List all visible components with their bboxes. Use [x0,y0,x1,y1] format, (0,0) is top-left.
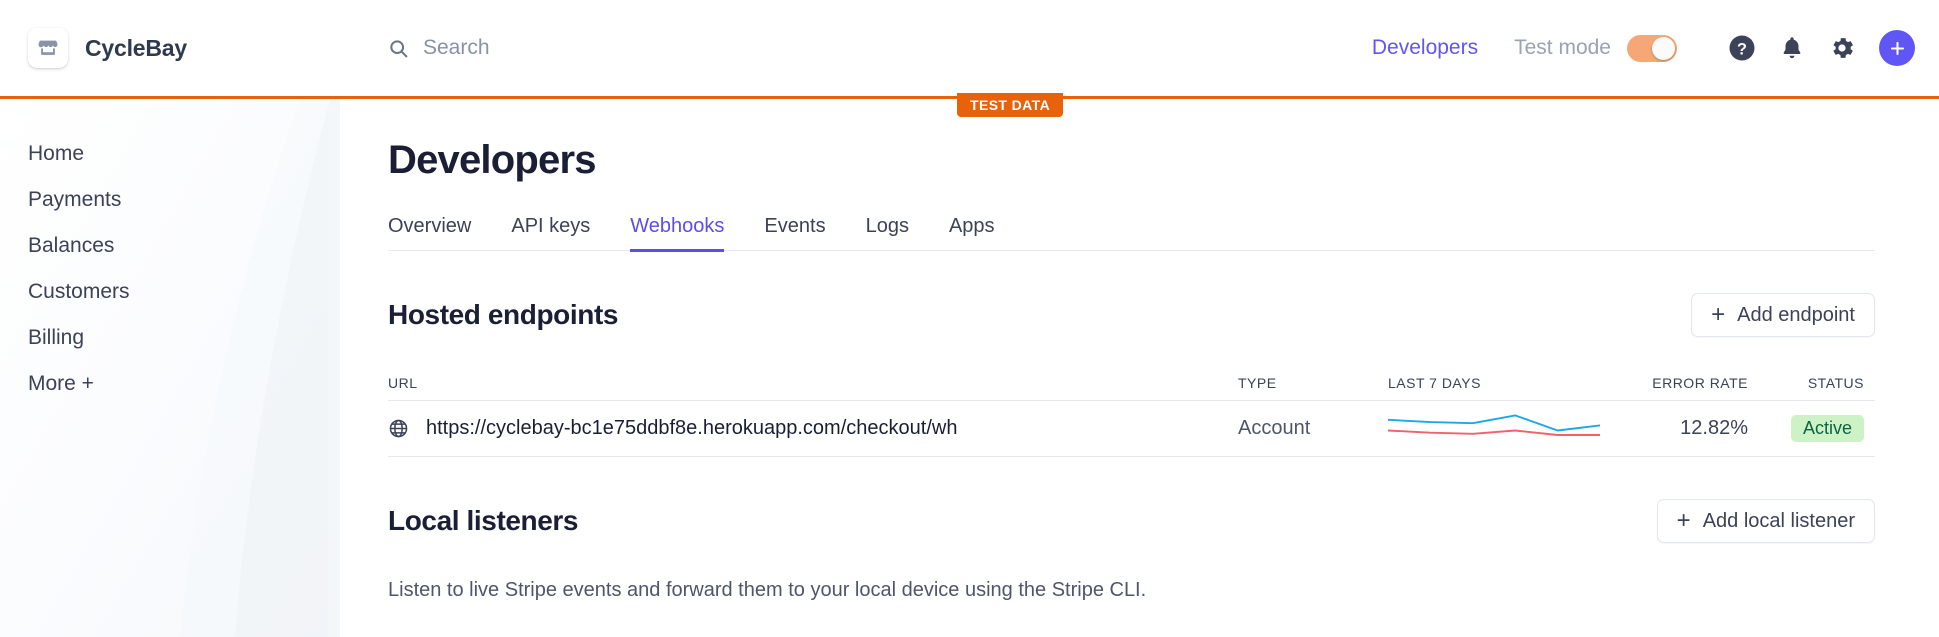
add-endpoint-label: Add endpoint [1737,303,1855,326]
bell-icon[interactable] [1769,25,1815,71]
column-header-last7days: LAST 7 DAYS [1388,374,1481,391]
brand-name: CycleBay [85,34,187,61]
endpoint-type: Account [1238,417,1311,439]
endpoint-sparkline-cell [1387,409,1618,448]
sidebar-item-more[interactable]: More + [0,361,328,407]
sidebar-item-customers[interactable]: Customers [0,269,328,315]
endpoint-url-cell: https://cyclebay-bc1e75ddbf8e.herokuapp.… [388,417,1238,440]
storefront-icon [28,28,68,68]
local-listeners-header: Local listeners + Add local listener [388,499,1875,543]
test-data-badge: TEST DATA [957,93,1064,117]
tab-apps[interactable]: Apps [949,215,995,252]
create-new-button[interactable] [1879,30,1915,66]
column-header-error-rate: ERROR RATE [1652,374,1748,391]
search-input[interactable]: Search [423,36,490,60]
column-header-type: TYPE [1238,374,1277,391]
top-navigation-bar: CycleBay Search Developers Test mode ? [0,0,1939,99]
tab-webhooks[interactable]: Webhooks [630,215,725,252]
endpoint-status-cell: Active [1748,415,1868,442]
sidebar-item-balances[interactable]: Balances [0,223,328,269]
help-circle-icon[interactable]: ? [1719,25,1765,71]
developers-link[interactable]: Developers [1372,36,1478,60]
sidebar: Home Payments Balances Customers Billing… [0,99,328,637]
plus-icon [1890,41,1904,55]
sparkline-series-succeeded [1387,414,1601,432]
sidebar-item-billing[interactable]: Billing [0,315,328,361]
tab-events[interactable]: Events [764,215,825,252]
stripe-dashboard: CycleBay Search Developers Test mode ? T… [0,0,1939,637]
search-icon [390,39,408,57]
status-badge: Active [1790,415,1864,442]
svg-text:?: ? [1737,40,1747,58]
toggle-knob [1652,36,1675,60]
add-endpoint-button[interactable]: + Add endpoint [1691,293,1875,337]
add-local-listener-button[interactable]: + Add local listener [1656,499,1875,543]
hosted-endpoints-header: Hosted endpoints + Add endpoint [388,293,1875,337]
top-right-actions: Developers Test mode ? [1372,25,1915,71]
plus-icon: + [1676,507,1691,534]
tab-logs[interactable]: Logs [866,215,909,252]
brand[interactable]: CycleBay [28,28,187,68]
main-content: Developers Overview API keys Webhooks Ev… [388,99,1875,602]
plus-icon: + [1711,301,1726,328]
local-listeners-description: Listen to live Stripe events and forward… [388,579,1147,601]
gear-icon[interactable] [1819,25,1865,71]
local-listeners-title: Local listeners [388,505,579,536]
last-7-days-sparkline-chart [1387,414,1601,436]
column-header-status: STATUS [1807,374,1864,391]
sidebar-item-home[interactable]: Home [0,131,328,177]
page-title: Developers [388,138,596,182]
endpoint-error-rate: 12.82% [1680,417,1748,439]
endpoint-url[interactable]: https://cyclebay-bc1e75ddbf8e.herokuapp.… [426,417,957,440]
table-header-row: URL TYPE LAST 7 DAYS ERROR RATE STATUS [388,365,1875,401]
endpoint-error-rate-cell: 12.82% [1618,417,1748,440]
endpoint-type-cell: Account [1238,417,1388,440]
search-box[interactable]: Search [388,36,490,60]
test-mode-toggle[interactable] [1627,34,1677,62]
tab-api-keys[interactable]: API keys [511,215,590,252]
sidebar-item-payments[interactable]: Payments [0,177,328,223]
add-local-listener-label: Add local listener [1702,509,1855,532]
test-mode-label: Test mode [1514,36,1611,59]
sparkline-series-failed [1387,429,1601,436]
tab-overview[interactable]: Overview [388,215,471,252]
column-header-url: URL [388,374,418,391]
tab-bar: Overview API keys Webhooks Events Logs A… [388,209,1875,252]
globe-icon [389,419,408,438]
test-mode-control[interactable]: Test mode [1514,34,1677,62]
hosted-endpoints-title: Hosted endpoints [388,299,619,330]
table-row[interactable]: https://cyclebay-bc1e75ddbf8e.herokuapp.… [388,401,1875,457]
hosted-endpoints-table: URL TYPE LAST 7 DAYS ERROR RATE STATUS h… [388,365,1875,457]
